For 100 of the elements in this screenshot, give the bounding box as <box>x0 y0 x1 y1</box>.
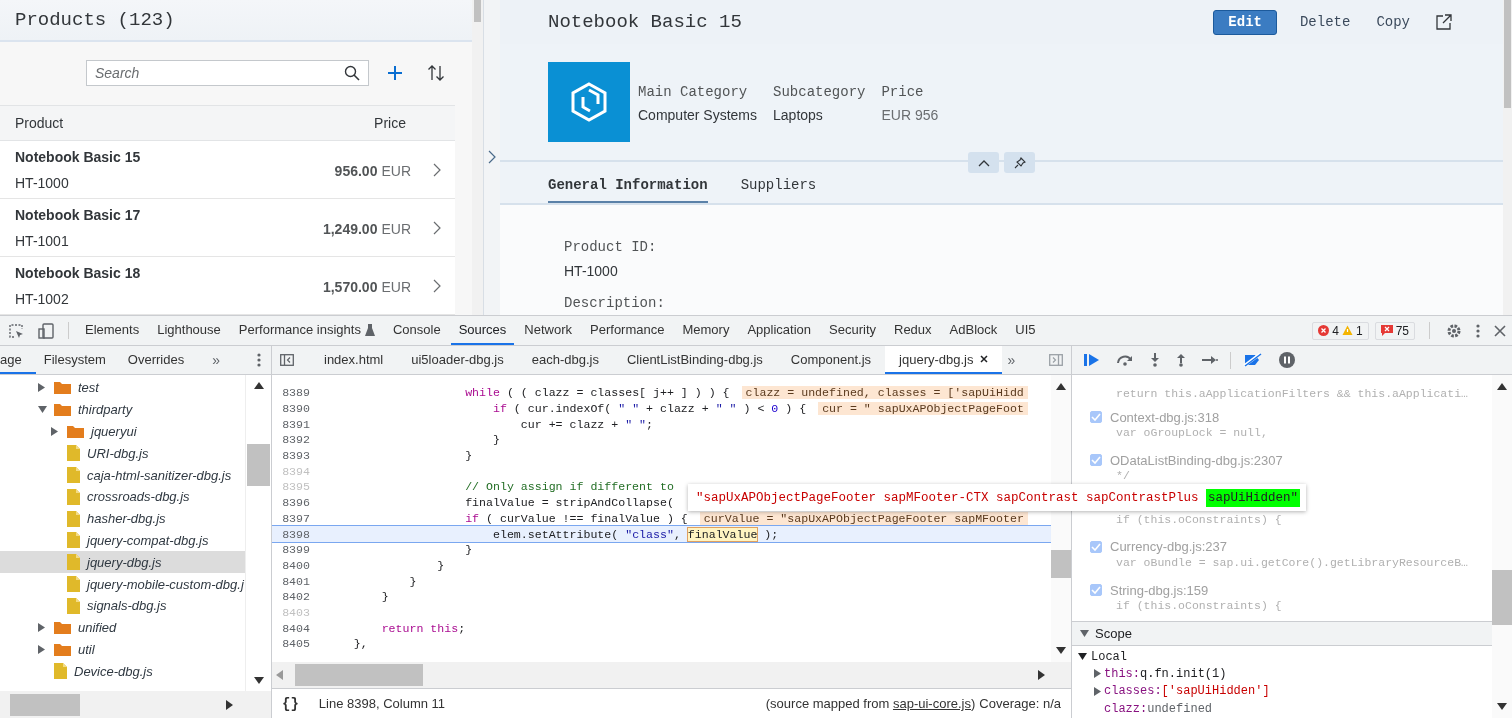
more-tabs-button[interactable]: » <box>206 352 226 368</box>
collapsed-arrow-icon[interactable] <box>1094 669 1101 679</box>
pretty-print-button[interactable]: {} <box>282 695 299 712</box>
line-number[interactable]: 8389 <box>272 386 326 400</box>
navigator-tab[interactable]: Filesystem <box>43 346 120 374</box>
scroll-up-icon[interactable] <box>1497 383 1507 390</box>
console-counts[interactable]: 4 1 <box>1312 321 1369 340</box>
action-button[interactable]: Delete <box>1286 9 1364 35</box>
panel-tab[interactable]: Lighthouse <box>149 316 229 345</box>
scroll-right-icon[interactable] <box>1038 670 1045 680</box>
line-number[interactable]: 8393 <box>272 449 326 463</box>
scrollbar-thumb[interactable] <box>1492 570 1512 625</box>
panel-tab[interactable]: UI5 <box>1007 316 1044 345</box>
search-field[interactable]: Search <box>86 60 369 87</box>
scope-group[interactable]: Local <box>1072 648 1492 665</box>
file-tree-item[interactable]: jquery-dbg.js <box>0 551 245 574</box>
panel-tab[interactable]: AdBlock <box>941 316 1006 345</box>
list-item[interactable]: Notebook Basic 17 HT-1001 1,249.00 EUR <box>0 199 455 257</box>
editor-tab[interactable]: jquery-dbg.js <box>885 346 1002 374</box>
file-tree-item[interactable]: jquery-mobile-custom-dbg.j <box>0 573 245 595</box>
deactivate-breakpoints-icon[interactable] <box>1243 353 1263 367</box>
panel-tab[interactable]: Elements <box>77 316 148 345</box>
panel-tab[interactable]: Security <box>821 316 884 345</box>
line-number[interactable]: 8400 <box>272 558 326 572</box>
file-tree-item[interactable]: URI-dbg.js <box>0 442 245 465</box>
column-header[interactable]: Price <box>374 115 406 131</box>
scrollbar-thumb[interactable] <box>295 664 423 686</box>
file-tree-item[interactable]: unified <box>0 616 245 639</box>
breakpoint-checkbox[interactable] <box>1090 540 1102 553</box>
resume-icon[interactable] <box>1084 353 1100 367</box>
scrollbar-thumb[interactable] <box>474 0 481 22</box>
file-tree-item[interactable]: jqueryui <box>0 420 245 443</box>
inspect-icon[interactable] <box>8 322 24 339</box>
pause-icon[interactable] <box>1279 352 1295 368</box>
scrollbar-thumb[interactable] <box>247 444 270 486</box>
scroll-up-icon[interactable] <box>253 382 264 389</box>
file-tree-item[interactable]: Device-dbg.js <box>0 660 245 683</box>
line-number[interactable]: 8396 <box>272 496 326 510</box>
pin-button[interactable] <box>1004 152 1035 173</box>
column-header[interactable]: Product <box>15 115 64 131</box>
line-number[interactable]: 8399 <box>272 543 326 557</box>
scroll-down-icon[interactable] <box>1056 647 1066 654</box>
panel-tab[interactable]: Performance insights <box>230 316 383 345</box>
list-item[interactable]: Notebook Basic 18 HT-1002 1,570.00 EUR <box>0 257 455 315</box>
line-number[interactable]: 8397 <box>272 511 326 525</box>
line-number[interactable]: 8402 <box>272 590 326 604</box>
toggle-debugger-icon[interactable] <box>1049 354 1063 366</box>
file-tree-item[interactable]: crossroads-dbg.js <box>0 486 245 508</box>
step-over-icon[interactable] <box>1116 354 1134 366</box>
sort-icon[interactable] <box>427 64 445 83</box>
more-options-icon[interactable] <box>257 353 261 367</box>
file-tree-item[interactable]: hasher-dbg.js <box>0 507 245 530</box>
close-icon[interactable] <box>1494 324 1506 337</box>
file-tree-item[interactable]: util <box>0 638 245 661</box>
scroll-right-icon[interactable] <box>226 699 233 710</box>
scrollbar-thumb[interactable] <box>1051 550 1071 578</box>
editor-tab[interactable]: each-dbg.js <box>517 346 613 374</box>
issues-counter[interactable]: 75 <box>1374 321 1415 340</box>
add-icon[interactable] <box>387 65 403 82</box>
file-tree-item[interactable]: jquery-compat-dbg.js <box>0 529 245 552</box>
scroll-up-icon[interactable] <box>1056 383 1066 390</box>
editor-tab[interactable]: ui5loader-dbg.js <box>397 346 518 374</box>
device-toolbar-icon[interactable] <box>38 322 54 339</box>
collapsed-arrow-icon[interactable] <box>1094 686 1101 696</box>
breakpoint-checkbox[interactable] <box>1090 584 1102 597</box>
scroll-down-icon[interactable] <box>1497 703 1507 710</box>
toggle-navigator-icon[interactable] <box>280 354 294 366</box>
panel-tab[interactable]: Redux <box>886 316 940 345</box>
edit-button[interactable]: Edit <box>1213 9 1277 35</box>
line-number[interactable]: 8405 <box>272 637 326 651</box>
close-tab-icon[interactable] <box>979 355 988 363</box>
breakpoint-checkbox[interactable] <box>1090 411 1102 423</box>
more-tabs-button[interactable]: » <box>1001 352 1022 368</box>
navigator-tab[interactable]: Overrides <box>127 346 199 374</box>
navigator-tab[interactable]: age <box>0 346 36 374</box>
settings-icon[interactable] <box>1446 322 1462 339</box>
expand-icon[interactable] <box>488 149 496 164</box>
source-link[interactable]: sap-ui-core.js <box>892 696 971 711</box>
file-tree-item[interactable]: thirdparty <box>0 398 245 421</box>
panel-tab[interactable]: Application <box>739 316 820 345</box>
step-icon[interactable] <box>1202 355 1218 365</box>
file-tree-item[interactable]: test <box>0 377 245 399</box>
section-tab[interactable]: Suppliers <box>740 169 817 203</box>
scroll-down-icon[interactable] <box>253 677 264 684</box>
step-out-icon[interactable] <box>1176 353 1186 367</box>
line-number[interactable]: 8404 <box>272 621 326 635</box>
more-options-icon[interactable] <box>1476 323 1480 338</box>
list-item[interactable]: Notebook Basic 15 HT-1000 956.00 EUR <box>0 141 455 199</box>
file-tree-item[interactable]: signals-dbg.js <box>0 594 245 617</box>
line-number[interactable]: 8392 <box>272 433 326 447</box>
breakpoint-checkbox[interactable] <box>1090 454 1102 467</box>
line-number[interactable]: 8391 <box>272 417 326 431</box>
share-icon[interactable] <box>1435 13 1453 31</box>
panel-tab[interactable]: Console <box>384 316 449 345</box>
file-tree-item[interactable]: caja-html-sanitizer-dbg.js <box>0 464 245 486</box>
action-button[interactable]: Copy <box>1363 9 1423 35</box>
scrollbar-thumb[interactable] <box>1504 0 1511 108</box>
line-number[interactable]: 8401 <box>272 574 326 588</box>
scrollbar-thumb[interactable] <box>10 693 80 716</box>
panel-tab[interactable]: Memory <box>674 316 738 345</box>
